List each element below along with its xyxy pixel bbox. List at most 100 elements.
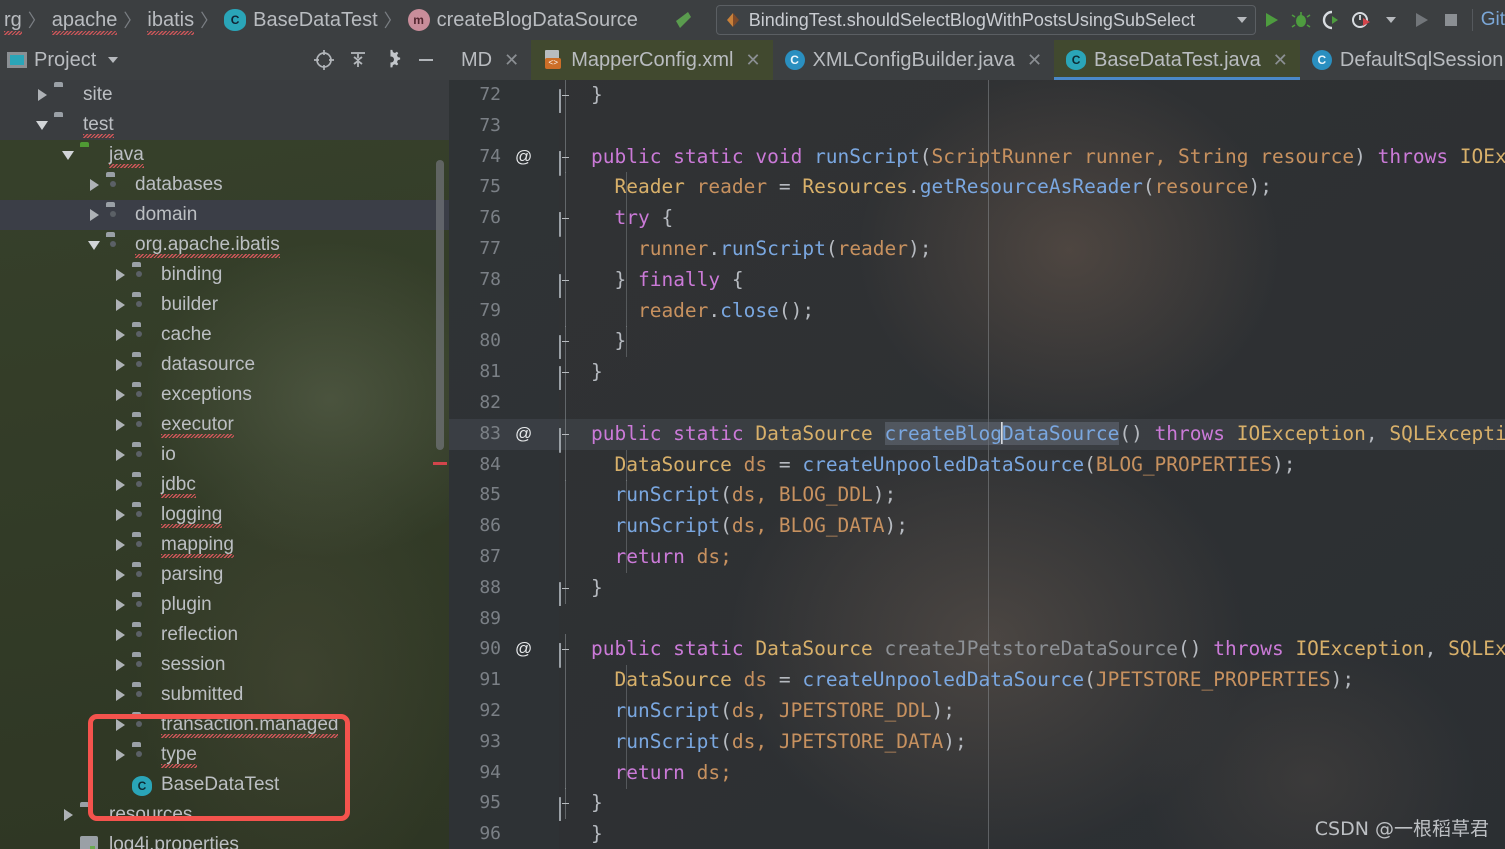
tree-item-domain[interactable]: domain — [0, 200, 449, 230]
code-line-72[interactable]: 72} — [449, 80, 1505, 113]
tree-item-log4j-properties[interactable]: log4j.properties — [0, 830, 449, 849]
stop-button[interactable] — [1436, 5, 1466, 35]
sidebar-scrollbar[interactable] — [436, 160, 444, 450]
code-line-93[interactable]: 93 runScript(ds, JPETSTORE_DATA); — [449, 726, 1505, 758]
collapse-all-icon[interactable] — [341, 45, 375, 75]
tree-item-logging[interactable]: logging — [0, 500, 449, 530]
code-line-83[interactable]: 83 @ public static DataSource createBlogDa… — [449, 418, 1505, 453]
code-line-76[interactable]: 76 try { — [449, 203, 1505, 238]
code-lines[interactable]: 72} 73 74 @ public static void runScript(Scr… — [449, 80, 1505, 849]
locate-file-icon[interactable] — [307, 45, 341, 75]
code-line-91[interactable]: 91 DataSource ds = createUnpooledDataSou… — [449, 665, 1505, 697]
run-button[interactable] — [1256, 5, 1286, 35]
tree-item-submitted[interactable]: submitted — [0, 680, 449, 710]
chevron-right-icon[interactable] — [112, 537, 128, 553]
breadcrumb-item-createblogdatasource[interactable]: m createBlogDataSource — [404, 9, 642, 32]
project-dropdown-icon[interactable] — [108, 57, 119, 63]
chevron-right-icon[interactable] — [112, 387, 128, 403]
chevron-right-icon[interactable] — [112, 687, 128, 703]
chevron-down-icon[interactable] — [86, 237, 102, 253]
debug-button[interactable] — [1286, 5, 1316, 35]
tree-item-org-apache-ibatis[interactable]: org.apache.ibatis — [0, 230, 449, 260]
editor-tab-mapperconfig-xml[interactable]: <> MapperConfig.xml ✕ — [531, 40, 773, 80]
close-icon[interactable]: ✕ — [746, 50, 761, 71]
annotation-gutter-icon[interactable]: @ — [515, 419, 532, 450]
code-line-73[interactable]: 73 — [449, 110, 1505, 142]
tree-item-databases[interactable]: databases — [0, 170, 449, 200]
editor-tab-xmlconfigbuilder-java[interactable]: C XMLConfigBuilder.java ✕ — [773, 40, 1054, 80]
profiler-dropdown-icon[interactable] — [1376, 5, 1406, 35]
code-line-94[interactable]: 94 return ds; — [449, 757, 1505, 789]
chevron-right-icon[interactable] — [112, 417, 128, 433]
chevron-right-icon[interactable] — [112, 477, 128, 493]
tree-item-session[interactable]: session — [0, 650, 449, 680]
chevron-right-icon[interactable] — [112, 507, 128, 523]
tree-item-binding[interactable]: binding — [0, 260, 449, 290]
code-line-75[interactable]: 75 Reader reader = Resources.getResource… — [449, 172, 1505, 204]
breadcrumb-item-ibatis[interactable]: ibatis — [143, 9, 198, 35]
close-icon[interactable]: ✕ — [1027, 50, 1042, 71]
tree-item-cache[interactable]: cache — [0, 320, 449, 350]
breadcrumb-item-basedatatest[interactable]: C BaseDataTest — [220, 9, 382, 32]
rerun-button[interactable] — [1406, 5, 1436, 35]
code-line-74[interactable]: 74 @ public static void runScript(ScriptRu… — [449, 141, 1505, 176]
chevron-right-icon[interactable] — [112, 567, 128, 583]
code-line-85[interactable]: 85 runScript(ds, BLOG_DDL); — [449, 480, 1505, 512]
editor-tab-strip[interactable]: MD ✕ <> MapperConfig.xml ✕ C XMLConfigBuilder.… — [449, 40, 1505, 80]
editor-tab-basedatatest-java[interactable]: C BaseDataTest.java ✕ — [1054, 40, 1300, 80]
settings-gear-icon[interactable] — [375, 45, 409, 75]
code-line-87[interactable]: 87 return ds; — [449, 541, 1505, 573]
profiler-button[interactable] — [1346, 5, 1376, 35]
editor-tab-defaultsqlsessionfactory[interactable]: C DefaultSqlSessionFactory — [1300, 40, 1505, 80]
close-icon[interactable]: ✕ — [1273, 50, 1288, 71]
chevron-right-icon[interactable] — [112, 627, 128, 643]
chevron-right-icon[interactable] — [112, 297, 128, 313]
annotation-gutter-icon[interactable]: @ — [515, 142, 532, 173]
run-configuration-selector[interactable]: BindingTest.shouldSelectBlogWithPostsUsi… — [715, 5, 1256, 35]
tree-item-test[interactable]: test — [0, 110, 449, 140]
code-line-80[interactable]: 80 } — [449, 326, 1505, 360]
tree-item-executor[interactable]: executor — [0, 410, 449, 440]
code-editor[interactable]: 72} 73 74 @ public static void runScript(Scr… — [449, 80, 1505, 849]
tree-item-datasource[interactable]: datasource — [0, 350, 449, 380]
chevron-right-icon[interactable] — [112, 597, 128, 613]
code-line-86[interactable]: 86 runScript(ds, BLOG_DATA); — [449, 511, 1505, 543]
chevron-right-icon[interactable] — [60, 807, 76, 823]
chevron-right-icon[interactable] — [86, 207, 102, 223]
code-line-89[interactable]: 89 — [449, 604, 1505, 635]
code-line-79[interactable]: 79 reader.close(); — [449, 295, 1505, 327]
chevron-down-icon[interactable] — [1236, 17, 1247, 23]
annotation-gutter-icon[interactable]: @ — [515, 634, 532, 665]
tree-item-jdbc[interactable]: jdbc — [0, 470, 449, 500]
hide-panel-icon[interactable] — [409, 45, 443, 75]
tree-item-reflection[interactable]: reflection — [0, 620, 449, 650]
code-line-77[interactable]: 77 runner.runScript(reader); — [449, 233, 1505, 265]
close-icon[interactable]: ✕ — [504, 50, 519, 71]
tree-item-exceptions[interactable]: exceptions — [0, 380, 449, 410]
chevron-right-icon[interactable] — [112, 657, 128, 673]
breadcrumb-item-apache[interactable]: apache — [48, 9, 122, 35]
tree-item-parsing[interactable]: parsing — [0, 560, 449, 590]
tree-item-site[interactable]: site — [0, 80, 449, 110]
code-line-84[interactable]: 84 DataSource ds = createUnpooledDataSou… — [449, 449, 1505, 481]
chevron-right-icon[interactable] — [112, 447, 128, 463]
chevron-right-icon[interactable] — [112, 357, 128, 373]
chevron-right-icon[interactable] — [112, 327, 128, 343]
chevron-right-icon[interactable] — [112, 267, 128, 283]
code-line-88[interactable]: 88} — [449, 572, 1505, 606]
chevron-right-icon[interactable] — [86, 177, 102, 193]
back-arrow-icon[interactable] — [666, 5, 698, 35]
git-menu-label[interactable]: Git — [1481, 9, 1505, 31]
tree-item-java[interactable]: java — [0, 140, 449, 170]
tree-item-io[interactable]: io — [0, 440, 449, 470]
editor-tab-md[interactable]: MD ✕ — [449, 40, 531, 80]
breadcrumb-item-rg[interactable]: rg — [0, 9, 26, 35]
code-line-92[interactable]: 92 runScript(ds, JPETSTORE_DDL); — [449, 695, 1505, 727]
code-line-81[interactable]: 81} — [449, 357, 1505, 391]
chevron-down-icon[interactable] — [34, 117, 50, 133]
tree-item-mapping[interactable]: mapping — [0, 530, 449, 560]
code-line-90[interactable]: 90 @ public static DataSource createJPetst… — [449, 634, 1505, 669]
chevron-right-icon[interactable] — [34, 87, 50, 103]
run-with-coverage-button[interactable] — [1316, 5, 1346, 35]
chevron-down-icon[interactable] — [60, 147, 76, 163]
